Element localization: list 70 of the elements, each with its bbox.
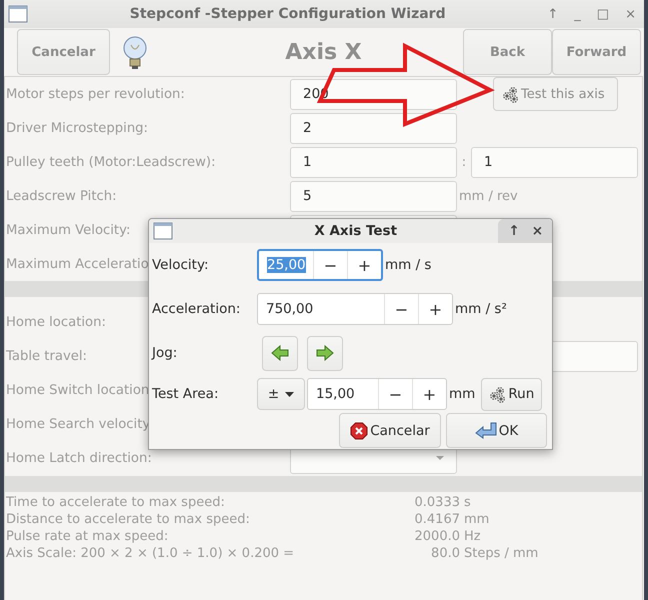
unit-label: mm / s² — [455, 301, 507, 317]
stat-label: Time to accelerate to max speed: — [5, 495, 226, 510]
range-mode-dropdown[interactable]: ± — [257, 378, 305, 410]
input-field[interactable]: 2 — [290, 112, 457, 144]
caret-icon — [285, 392, 294, 396]
right-arrow-icon — [316, 345, 334, 361]
minus-button[interactable]: − — [313, 251, 347, 279]
window-icon — [153, 222, 173, 240]
field-label: Home Latch direction: — [6, 450, 152, 466]
field-label: Table travel: — [6, 348, 87, 364]
jog-right-button[interactable] — [307, 336, 343, 370]
plus-button[interactable]: + — [412, 379, 446, 409]
stat-unit: s — [464, 495, 471, 510]
stat-unit: Hz — [464, 529, 481, 544]
input-field[interactable]: 1 — [471, 146, 638, 178]
field-label: Maximum Velocity: — [6, 222, 130, 238]
stat-unit: mm — [464, 512, 490, 527]
run-button[interactable]: Run — [481, 378, 542, 410]
window-control[interactable]: ↑ — [547, 6, 558, 22]
page-heading: Axis X — [284, 40, 363, 64]
window-control[interactable]: ↑ — [508, 223, 520, 239]
ratio-separator: : — [460, 154, 468, 170]
field-label: Jog: — [152, 345, 178, 361]
jog-left-button[interactable] — [262, 336, 298, 370]
field-label: Velocity: — [152, 257, 209, 273]
input-field[interactable]: 5 — [290, 180, 457, 212]
stop-icon — [350, 422, 368, 440]
window-title: Stepconf -Stepper Configuration Wizard — [128, 6, 447, 22]
minus-button[interactable]: − — [384, 294, 418, 324]
field-label: Home Search velocity — [6, 416, 150, 432]
spin-field[interactable]: 750,00 − + — [257, 293, 453, 325]
spin-field[interactable]: 15,00 − + — [307, 378, 447, 410]
window-icon — [8, 5, 28, 23]
field-label: Maximum Acceleratio — [6, 256, 149, 272]
field-label: Motor steps per revolution: — [6, 86, 185, 102]
field-label: Home Switch location — [6, 382, 150, 398]
stat-label: Pulse rate at max speed: — [5, 529, 170, 544]
stat-unit: Steps / mm — [464, 546, 538, 561]
left-arrow-icon — [271, 345, 289, 361]
window-control[interactable]: × — [532, 223, 543, 239]
caret-icon — [436, 456, 444, 460]
ok-button[interactable]: OK — [446, 413, 547, 448]
field-label: Pulley teeth (Motor:Leadscrew): — [6, 154, 216, 170]
window-control[interactable]: _ — [574, 6, 581, 22]
gears-icon — [489, 386, 506, 402]
field-label: Test Area: — [152, 386, 218, 402]
field-label: Leadscrew Pitch: — [6, 188, 117, 204]
stat-label: Axis Scale: 200 × 2 × (1.0 ÷ 1.0) × 0.200 = — [5, 546, 296, 561]
input-field[interactable]: 1 — [290, 146, 457, 178]
plus-button[interactable]: + — [347, 251, 381, 279]
minus-button[interactable]: − — [378, 379, 412, 409]
field-label: Acceleration: — [152, 301, 240, 317]
window-control[interactable]: × — [625, 6, 636, 22]
dialog-title: X Axis Test — [313, 223, 398, 239]
return-arrow-icon — [474, 421, 497, 440]
stat-value: 2000.0 — [414, 529, 460, 544]
stat-value: 0.4167 — [414, 512, 460, 527]
cancel-button[interactable]: Cancelar — [339, 413, 441, 448]
field-label: Driver Microstepping: — [6, 120, 148, 136]
unit-label: mm / s — [385, 257, 432, 273]
stat-value: 80.0 — [430, 546, 460, 561]
stat-label: Distance to accelerate to max speed: — [5, 512, 251, 527]
spin-field[interactable]: 25,00 − + — [257, 249, 383, 281]
plus-button[interactable]: + — [418, 294, 452, 324]
window-control[interactable]: □ — [596, 6, 610, 22]
stat-value: 0.0333 — [414, 495, 460, 510]
gears-icon — [502, 86, 519, 102]
field-label: Home location: — [6, 314, 106, 330]
unit-label: mm / rev — [459, 188, 518, 204]
unit-label: mm — [449, 386, 476, 402]
